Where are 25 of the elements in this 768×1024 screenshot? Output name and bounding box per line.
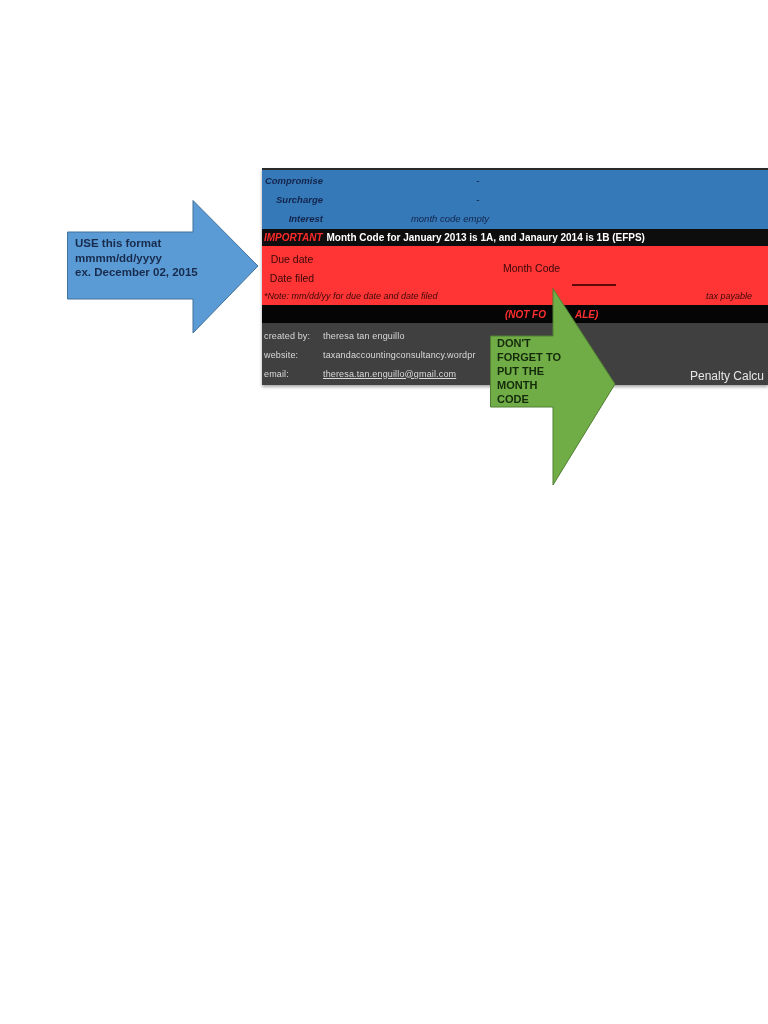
field-label: Month Code <box>503 262 561 274</box>
banner-text: ALE) <box>575 308 599 320</box>
callout-text: DON'T FORGET TO PUT THE MONTH CODE <box>497 336 561 406</box>
credit-value: taxandaccountingconsultancy.wordpr <box>323 349 476 360</box>
amount-value: - <box>476 175 480 186</box>
row-label: Interest <box>288 213 323 224</box>
credit-label: website: <box>264 349 299 360</box>
credit-label: email: <box>264 368 289 379</box>
amount-value: - <box>476 194 480 205</box>
notice-text: Month Code for January 2013 is 1A, and Janaury 2014 is 1B (EFPS) <box>326 232 645 243</box>
field-label: Due date <box>270 253 314 265</box>
status-text: month code empty <box>410 213 490 224</box>
email-link[interactable]: theresa.tan.enguillo@gmail.com <box>323 368 457 379</box>
important-tag: IMPORTANT <box>264 232 323 243</box>
credit-value: theresa tan enguillo <box>323 330 405 341</box>
callout-text: USE this format mmmm/dd/yyyy ex. December 02, 2015 <box>75 236 198 280</box>
fill-in-line[interactable] <box>572 284 616 286</box>
row-label: Compromise <box>264 175 323 186</box>
field-label: tax payable <box>706 291 753 301</box>
note-text: *Note: mm/dd/yy for due date and date filed <box>264 291 438 301</box>
field-label: Date filed <box>269 272 315 284</box>
sheet-title: Penalty Calcu <box>690 369 765 383</box>
banner-text: (NOT FO <box>504 308 546 320</box>
row-label: Surcharge <box>276 194 323 205</box>
credit-label: created by: <box>264 330 311 341</box>
